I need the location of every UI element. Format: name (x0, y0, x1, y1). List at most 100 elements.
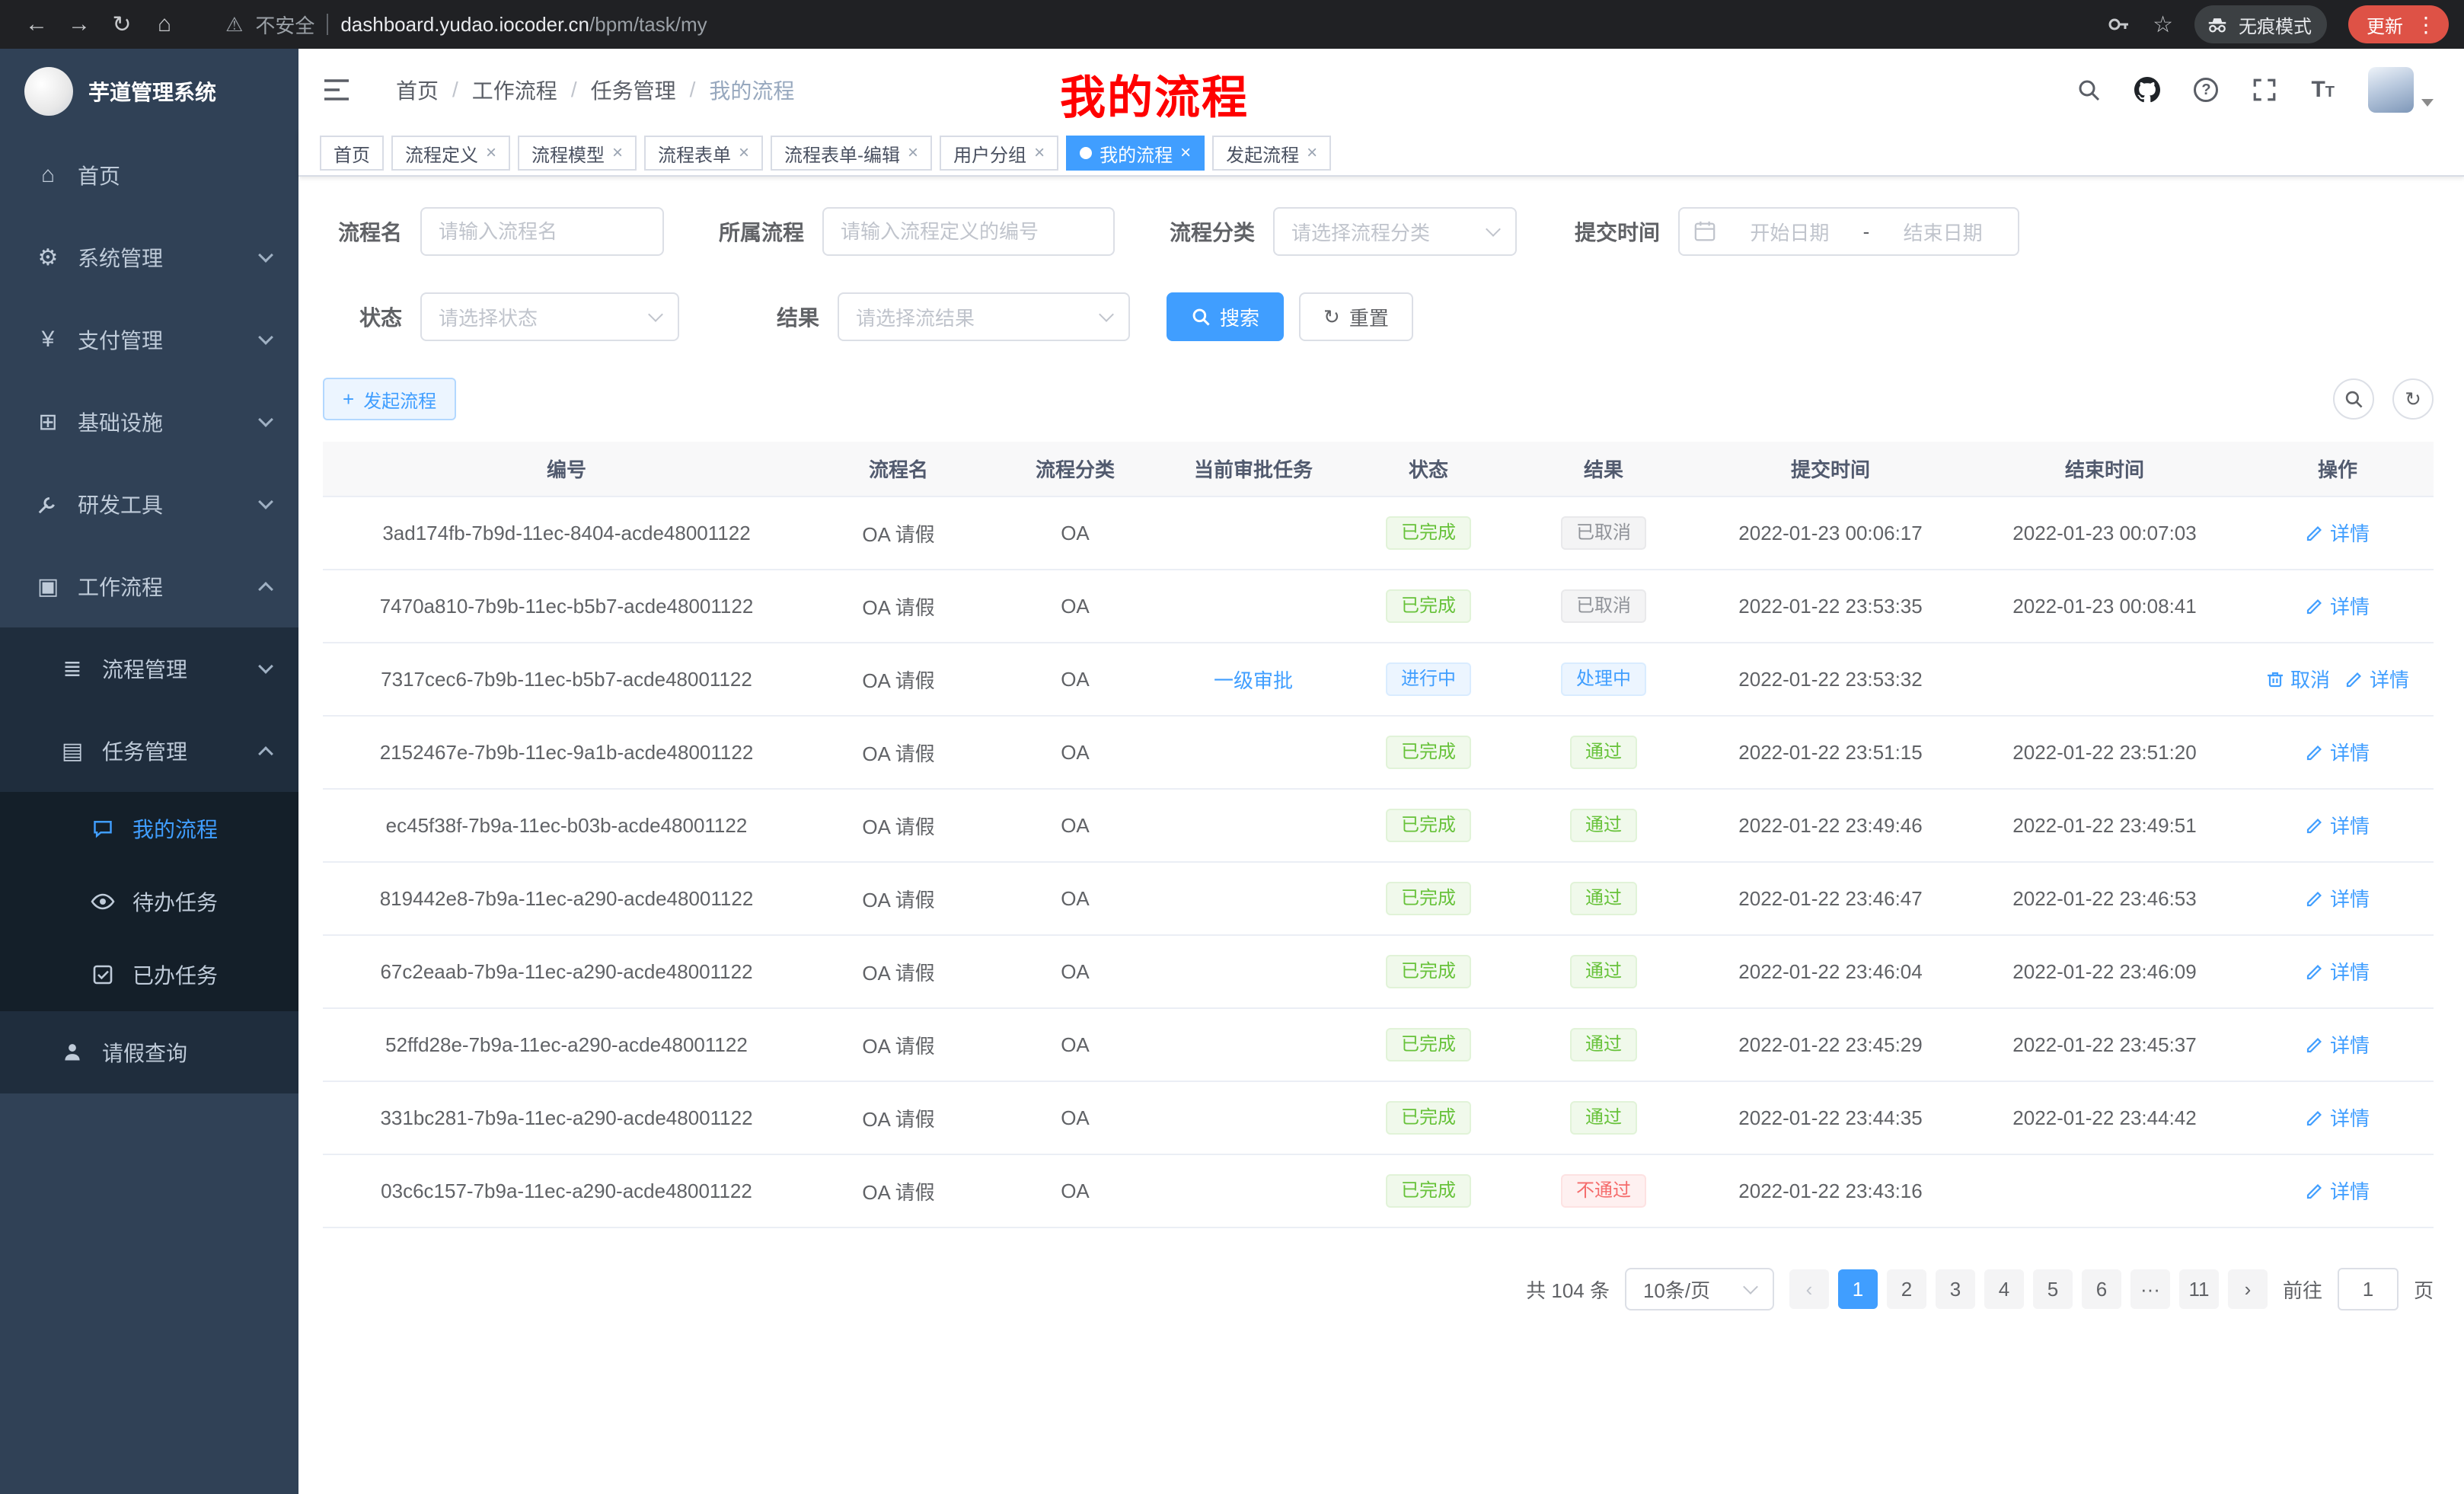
browser-refresh-button[interactable]: ↻ (101, 5, 143, 44)
tab-my-process[interactable]: 我的流程 × (1066, 136, 1205, 171)
search-icon[interactable] (2076, 78, 2101, 102)
page-button-1[interactable]: 1 (1838, 1269, 1878, 1309)
tab-process-form[interactable]: 流程表单 × (644, 136, 763, 171)
sidebar-item-label: 系统管理 (78, 242, 163, 273)
table-row: 3ad174fb-7b9d-11ec-8404-acde48001122 OA … (323, 496, 2434, 570)
sidebar-item-home[interactable]: ⌂ 首页 (0, 134, 298, 216)
tab-process-form-edit[interactable]: 流程表单-编辑 × (771, 136, 932, 171)
detail-link[interactable]: 详情 (2306, 519, 2370, 547)
sidebar-item-leave-query[interactable]: 请假查询 (0, 1011, 298, 1093)
help-icon[interactable]: ? (2194, 78, 2218, 102)
github-icon[interactable] (2134, 77, 2160, 103)
cell-id: 2152467e-7b9b-11ec-9a1b-acde48001122 (323, 716, 810, 789)
detail-link[interactable]: 详情 (2306, 1030, 2370, 1058)
prev-page-button[interactable]: ‹ (1789, 1269, 1829, 1309)
close-icon[interactable]: × (1180, 144, 1191, 162)
more-pages-button[interactable]: ··· (2130, 1269, 2170, 1309)
breadcrumb-item-task-management[interactable]: 任务管理 (591, 75, 676, 105)
end-date-placeholder[interactable]: 结束日期 (1882, 218, 2004, 246)
detail-link[interactable]: 详情 (2306, 957, 2370, 985)
sidebar-item-payment-management[interactable]: ¥ 支付管理 (0, 298, 298, 381)
search-button[interactable]: 搜索 (1167, 292, 1284, 341)
create-process-button[interactable]: + 发起流程 (323, 378, 456, 420)
page-button-3[interactable]: 3 (1936, 1269, 1975, 1309)
close-icon[interactable]: × (739, 144, 749, 162)
page-button-5[interactable]: 5 (2033, 1269, 2073, 1309)
bookmark-star-icon[interactable]: ☆ (2153, 11, 2173, 38)
fullscreen-icon[interactable] (2252, 77, 2277, 103)
category-select[interactable]: 请选择流程分类 (1273, 207, 1517, 256)
status-select[interactable]: 请选择状态 (420, 292, 679, 341)
close-icon[interactable]: × (1034, 144, 1045, 162)
next-page-button[interactable]: › (2228, 1269, 2268, 1309)
logo[interactable]: 芋道管理系统 (0, 49, 298, 134)
date-range-separator: - (1863, 220, 1870, 244)
browser-forward-button[interactable]: → (58, 5, 101, 44)
sidebar-item-infrastructure[interactable]: ⊞ 基础设施 (0, 381, 298, 463)
font-size-icon[interactable]: TT (2311, 77, 2335, 103)
cancel-link[interactable]: 取消 (2266, 665, 2330, 693)
browser-update-button[interactable]: 更新 ⋮ (2348, 5, 2449, 43)
detail-link[interactable]: 详情 (2306, 1103, 2370, 1132)
breadcrumb-item-home[interactable]: 首页 (396, 75, 439, 105)
cell-current-task (1163, 789, 1343, 862)
key-icon[interactable] (2107, 12, 2131, 37)
sidebar-item-process-management[interactable]: ≣ 流程管理 (0, 627, 298, 710)
tab-initiate-process[interactable]: 发起流程 × (1212, 136, 1331, 171)
address-bar[interactable]: ⚠ 不安全 dashboard.yudao.iocoder.cn/bpm/tas… (225, 11, 707, 39)
page-size-select[interactable]: 10条/页 (1625, 1268, 1774, 1310)
url-text: dashboard.yudao.iocoder.cn/bpm/task/my (340, 13, 707, 37)
cell-result: 处理中 (1514, 643, 1693, 716)
tab-user-group[interactable]: 用户分组 × (940, 136, 1058, 171)
detail-link[interactable]: 详情 (2306, 884, 2370, 912)
start-date-placeholder[interactable]: 开始日期 (1728, 218, 1851, 246)
close-icon[interactable]: × (612, 144, 623, 162)
detail-link[interactable]: 详情 (2306, 738, 2370, 766)
result-select[interactable]: 请选择流结果 (838, 292, 1130, 341)
page-button-6[interactable]: 6 (2082, 1269, 2121, 1309)
cell-id: 7470a810-7b9b-11ec-b5b7-acde48001122 (323, 570, 810, 643)
jump-page-input[interactable] (2338, 1268, 2399, 1310)
close-icon[interactable]: × (486, 144, 496, 162)
tab-label: 流程表单 (658, 140, 731, 167)
reset-button[interactable]: ↻ 重置 (1299, 292, 1413, 341)
refresh-table-button[interactable]: ↻ (2392, 378, 2434, 420)
browser-back-button[interactable]: ← (15, 5, 58, 44)
result-badge: 通过 (1570, 736, 1637, 769)
table-row: 52ffd28e-7b9a-11ec-a290-acde48001122 OA … (323, 1008, 2434, 1081)
search-toggle-button[interactable] (2333, 378, 2374, 420)
detail-link[interactable]: 详情 (2345, 665, 2409, 693)
page-button-4[interactable]: 4 (1984, 1269, 2024, 1309)
sidebar-item-done-tasks[interactable]: 已办任务 (0, 938, 298, 1011)
avatar[interactable] (2368, 67, 2414, 113)
sidebar-item-workflow[interactable]: ▣ 工作流程 (0, 545, 298, 627)
submit-time-range-picker[interactable]: 开始日期 - 结束日期 (1678, 207, 2019, 256)
page-button-2[interactable]: 2 (1887, 1269, 1926, 1309)
browser-menu-icon[interactable]: ⋮ (2415, 12, 2437, 37)
page-button-11[interactable]: 11 (2179, 1269, 2219, 1309)
browser-home-button[interactable]: ⌂ (143, 5, 186, 44)
detail-link[interactable]: 详情 (2306, 811, 2370, 839)
tab-home[interactable]: 首页 (320, 136, 384, 171)
process-name-input[interactable] (420, 207, 664, 256)
tab-process-definition[interactable]: 流程定义 × (391, 136, 510, 171)
detail-link[interactable]: 详情 (2306, 1176, 2370, 1205)
cell-end-time: 2022-01-22 23:46:53 (1968, 862, 2242, 935)
detail-link[interactable]: 详情 (2306, 592, 2370, 620)
cell-id: 7317cec6-7b9b-11ec-b5b7-acde48001122 (323, 643, 810, 716)
done-task-icon (88, 964, 117, 985)
breadcrumb-separator: / (452, 78, 458, 102)
breadcrumb-item-workflow[interactable]: 工作流程 (472, 75, 557, 105)
close-icon[interactable]: × (1307, 144, 1317, 162)
sidebar-item-system-management[interactable]: ⚙ 系统管理 (0, 216, 298, 298)
sidebar-item-my-process[interactable]: 我的流程 (0, 792, 298, 865)
close-icon[interactable]: × (908, 144, 918, 162)
sidebar-toggle-icon[interactable] (323, 78, 350, 101)
tab-process-model[interactable]: 流程模型 × (518, 136, 637, 171)
sidebar-item-task-management[interactable]: ▤ 任务管理 (0, 710, 298, 792)
parent-process-input[interactable] (822, 207, 1115, 256)
sidebar-item-todo-tasks[interactable]: 待办任务 (0, 865, 298, 938)
user-menu[interactable] (2368, 67, 2434, 113)
sidebar-item-dev-tools[interactable]: 研发工具 (0, 463, 298, 545)
current-task-link[interactable]: 一级审批 (1214, 666, 1293, 694)
